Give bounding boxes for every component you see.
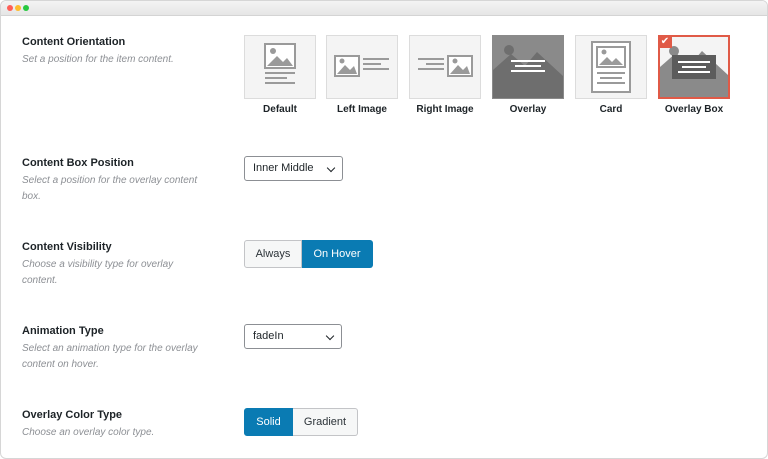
selected-check-icon: ✔ xyxy=(658,35,672,48)
zoom-window-dot[interactable] xyxy=(23,5,29,11)
orientation-option-left-image[interactable] xyxy=(326,35,398,99)
visibility-label: Content Visibility xyxy=(22,241,112,253)
animation-value: fadeIn xyxy=(253,330,284,342)
card-layout-icon xyxy=(591,41,631,93)
color-type-gradient-button[interactable]: Gradient xyxy=(293,408,358,436)
right-image-layout-icon xyxy=(418,55,473,77)
left-image-layout-icon xyxy=(334,55,389,77)
orientation-caption-right-image: Right Image xyxy=(416,104,474,115)
minimize-window-dot[interactable] xyxy=(15,5,21,11)
orientation-option-overlay-box[interactable]: ✔ xyxy=(658,35,730,99)
visibility-toggle: Always On Hover xyxy=(244,240,373,268)
color-type-solid-button[interactable]: Solid xyxy=(244,408,293,436)
box-position-description: Select a position for the overlay conten… xyxy=(22,175,198,202)
animation-description: Select an animation type for the overlay… xyxy=(22,343,198,370)
orientation-caption-card: Card xyxy=(599,104,623,115)
orientation-caption-overlay-box: Overlay Box xyxy=(664,104,724,115)
orientation-caption-default: Default xyxy=(263,104,297,115)
close-window-dot[interactable] xyxy=(7,5,13,11)
color-type-toggle: Solid Gradient xyxy=(244,408,358,436)
visibility-always-button[interactable]: Always xyxy=(244,240,302,268)
animation-select[interactable]: fadeIn xyxy=(244,324,342,349)
box-position-label: Content Box Position xyxy=(22,157,134,169)
color-type-label: Overlay Color Type xyxy=(22,409,123,421)
chevron-down-icon xyxy=(325,331,335,341)
title-bar xyxy=(1,1,767,16)
orientation-caption-left-image: Left Image xyxy=(336,104,387,115)
animation-label: Animation Type xyxy=(22,325,104,337)
box-position-value: Inner Middle xyxy=(253,162,314,174)
orientation-description: Set a position for the item content. xyxy=(22,54,174,65)
color-type-description: Choose an overlay color type. xyxy=(22,427,155,438)
visibility-description: Choose a visibility type for overlay con… xyxy=(22,259,174,286)
orientation-option-card[interactable] xyxy=(575,35,647,99)
orientation-option-right-image[interactable] xyxy=(409,35,481,99)
chevron-down-icon xyxy=(326,163,336,173)
orientation-option-default[interactable] xyxy=(244,35,316,99)
box-position-select[interactable]: Inner Middle xyxy=(244,156,343,181)
visibility-on-hover-button[interactable]: On Hover xyxy=(302,240,373,268)
orientation-option-overlay[interactable] xyxy=(492,35,564,99)
orientation-label: Content Orientation xyxy=(22,36,126,48)
settings-window: Content Orientation Set a position for t… xyxy=(0,0,768,459)
default-layout-icon xyxy=(264,43,296,84)
orientation-caption-overlay: Overlay xyxy=(509,104,547,115)
overlay-layout-icon xyxy=(493,45,563,98)
